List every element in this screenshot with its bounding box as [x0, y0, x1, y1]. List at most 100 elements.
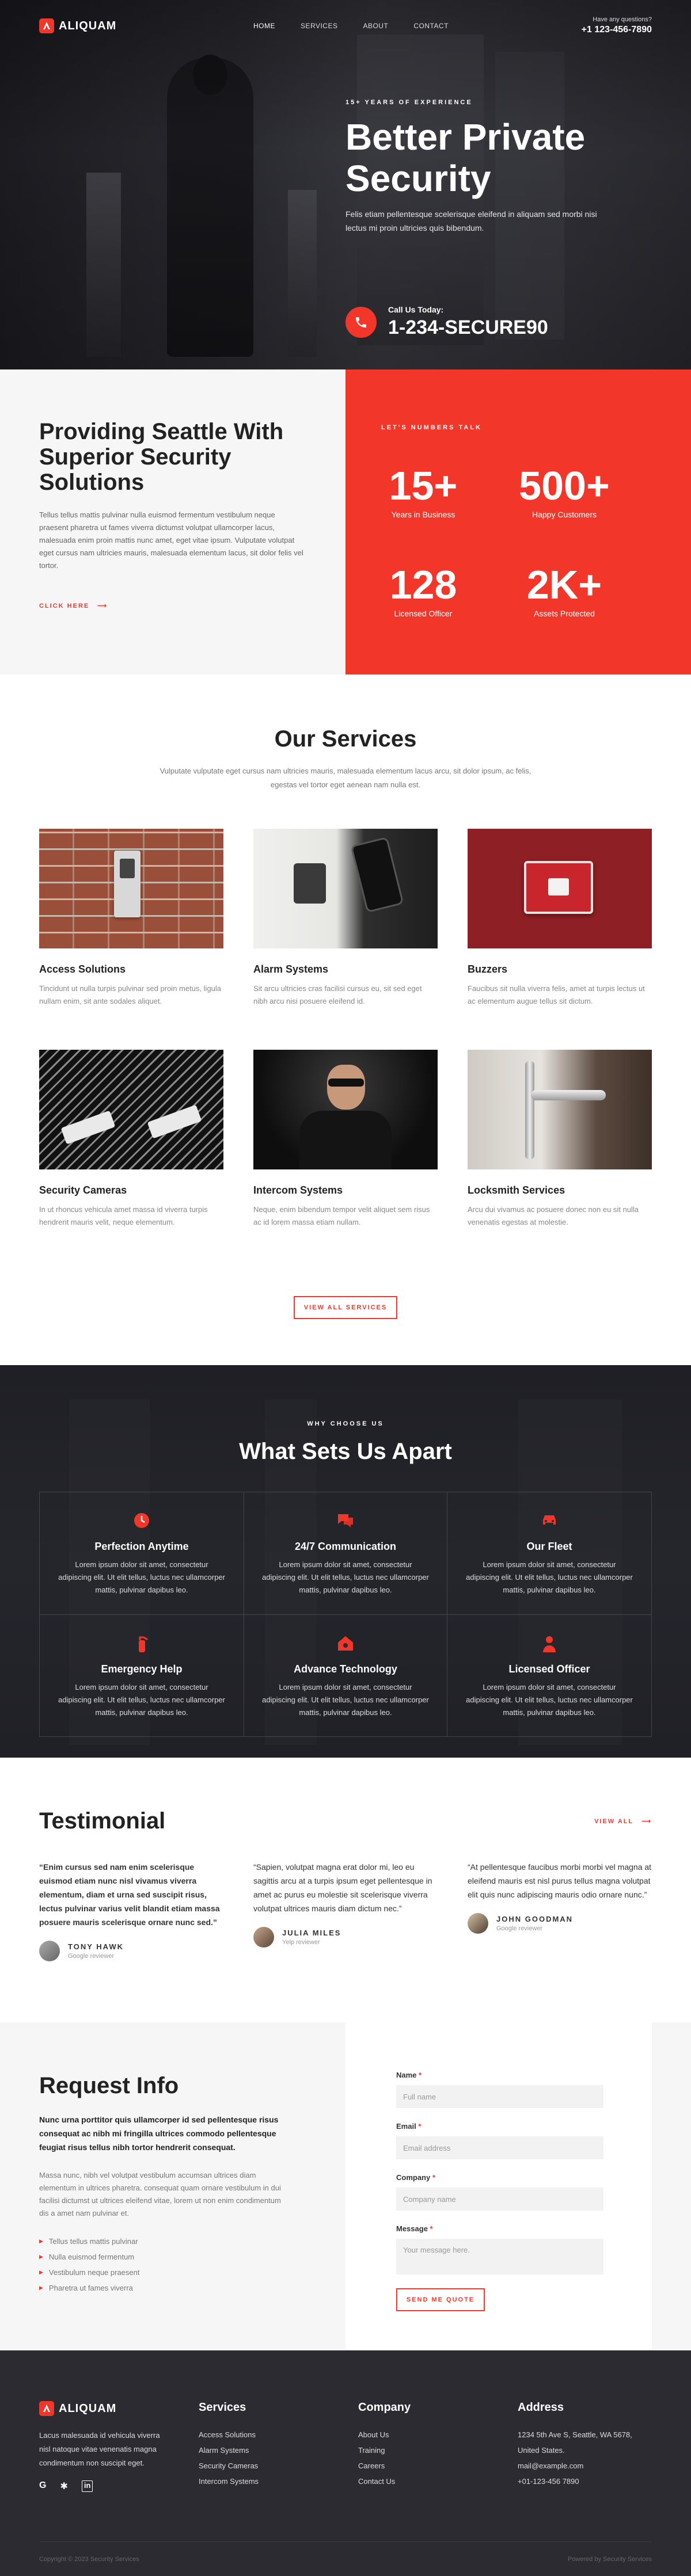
request-info-content: Request Info Nunc urna porttitor quis ul…: [39, 2073, 293, 2296]
footer-address-lines: 1234 5th Ave S, Seattle, WA 5678, United…: [518, 2427, 632, 2489]
lock-device: [294, 863, 326, 904]
company-field[interactable]: Company name: [396, 2188, 603, 2211]
testimonial-quote: “At pellentesque faucibus morbi morbi ve…: [468, 1862, 652, 1899]
click-here-link[interactable]: CLICK HERE ⟶: [39, 602, 108, 610]
list-item: ▶ Pharetra ut fames viverra: [39, 2280, 293, 2296]
author-role: Yelp reviewer: [282, 1939, 320, 1946]
footer-link[interactable]: Intercom Systems: [199, 2474, 259, 2489]
footer-address-heading: Address: [518, 2401, 564, 2414]
author-role: Google reviewer: [68, 1953, 115, 1960]
guard-image: [253, 1050, 438, 1169]
why-section: WHY CHOOSE US What Sets Us Apart Perfect…: [0, 1365, 691, 1758]
footer-link[interactable]: Security Cameras: [199, 2458, 259, 2474]
footer-company-links: About Us Training Careers Contact Us: [358, 2427, 411, 2489]
fire-extinguisher-icon: [132, 1634, 151, 1654]
name-label-text: Name: [396, 2071, 417, 2079]
about-title: Providing Seattle With Superior Security…: [39, 419, 284, 495]
door-lock-image: [468, 1050, 652, 1169]
footer-logo[interactable]: ALIQUAM: [39, 2401, 166, 2416]
service-name: Intercom Systems: [253, 1184, 343, 1196]
testimonial-author: JULIA MILES Yelp reviewer: [253, 1927, 438, 1948]
header-phone[interactable]: +1 123-456-7890: [582, 25, 652, 35]
stat-label: Years in Business: [391, 510, 455, 519]
hero-title-line-1: Better Private: [346, 116, 586, 158]
company-label-text: Company: [396, 2173, 431, 2182]
service-card-buzzers[interactable]: Buzzers Faucibus sit nulla viverra felis…: [468, 829, 652, 1008]
hero-title: Better Private Security: [346, 116, 645, 199]
view-all-testimonials-link[interactable]: VIEW ALL ⟶: [594, 1817, 652, 1826]
address-line: 1234 5th Ave S, Seattle, WA 5678,: [518, 2430, 632, 2439]
phone-icon: [346, 306, 377, 338]
call-number[interactable]: 1-234-SECURE90: [388, 317, 548, 339]
feature-communication: 24/7 Communication Lorem ipsum dolor sit…: [244, 1492, 447, 1614]
author-name: TONY HAWK: [68, 1942, 124, 1951]
request-title: Request Info: [39, 2073, 179, 2098]
nav-contact[interactable]: CONTACT: [413, 22, 449, 30]
service-card-alarm[interactable]: Alarm Systems Sit arcu ultricies cras fa…: [253, 829, 438, 1008]
service-card-intercom[interactable]: Intercom Systems Neque, enim bibendum te…: [253, 1050, 438, 1229]
feature-fleet: Our Fleet Lorem ipsum dolor sit amet, co…: [447, 1492, 651, 1614]
footer-link[interactable]: Contact Us: [358, 2474, 411, 2489]
hero-subtitle: Felis etiam pellentesque scelerisque ele…: [346, 209, 597, 233]
feature-emergency: Emergency Help Lorem ipsum dolor sit ame…: [40, 1614, 244, 1736]
nav-about[interactable]: ABOUT: [363, 22, 388, 30]
name-field[interactable]: Full name: [396, 2085, 603, 2108]
footer-about-text: Lacus malesuada id vehicula viverra nisl…: [39, 2431, 160, 2467]
service-card-cameras[interactable]: Security Cameras In ut rhoncus vehicula …: [39, 1050, 223, 1229]
nav-services[interactable]: SERVICES: [301, 22, 337, 30]
linkedin-icon[interactable]: in: [81, 2480, 93, 2492]
service-desc: Faucibus sit nulla viverra felis, amet a…: [468, 984, 645, 1005]
logo-text: ALIQUAM: [59, 19, 117, 32]
yelp-icon[interactable]: ✱: [60, 2480, 67, 2492]
message-field[interactable]: Your message here.: [396, 2239, 603, 2274]
google-icon[interactable]: G: [39, 2480, 46, 2492]
logo[interactable]: ALIQUAM: [39, 18, 116, 33]
features-grid: Perfection Anytime Lorem ipsum dolor sit…: [39, 1492, 652, 1737]
footer-phone[interactable]: +01-123-456 7890: [518, 2474, 632, 2489]
why-title: What Sets Us Apart: [239, 1439, 452, 1464]
author-name: JULIA MILES: [282, 1929, 341, 1937]
nav-home[interactable]: HOME: [253, 22, 275, 30]
hero-eyebrow: 15+ YEARS OF EXPERIENCE: [346, 99, 473, 106]
feature-desc: Lorem ipsum dolor sit amet, consectetur …: [262, 1560, 429, 1594]
hero-call-block[interactable]: Call Us Today: 1-234-SECURE90: [346, 305, 548, 339]
about-text: Tellus tellus mattis pulvinar nulla euis…: [39, 510, 303, 570]
avatar: [468, 1913, 488, 1934]
company-label: Company *: [396, 2173, 603, 2182]
address-line: United States.: [518, 2446, 565, 2455]
stat-number: 500+: [519, 463, 610, 508]
services-subtitle: Vulputate vulputate eget cursus nam ultr…: [160, 767, 531, 789]
email-field[interactable]: Email address: [396, 2136, 603, 2159]
email-label: Email *: [396, 2122, 603, 2131]
view-all-services-button[interactable]: VIEW ALL SERVICES: [294, 1296, 397, 1319]
footer-link[interactable]: Alarm Systems: [199, 2442, 259, 2458]
footer-link[interactable]: Careers: [358, 2458, 411, 2474]
logo-shield-icon: [39, 18, 54, 33]
feature-desc: Lorem ipsum dolor sit amet, consectetur …: [262, 1683, 429, 1717]
testimonial-card: “Sapien, volutpat magna erat dolor mi, l…: [253, 1860, 438, 1948]
footer-link[interactable]: Training: [358, 2442, 411, 2458]
send-quote-button[interactable]: SEND ME QUOTE: [396, 2288, 485, 2311]
hero-section: ALIQUAM HOME SERVICES ABOUT CONTACT Have…: [0, 0, 691, 369]
car-icon: [540, 1512, 559, 1531]
bullet-text: Pharetra ut fames viverra: [48, 2284, 133, 2292]
service-card-locksmith[interactable]: Locksmith Services Arcu dui vivamus ac p…: [468, 1050, 652, 1229]
service-name: Alarm Systems: [253, 963, 329, 975]
camera-2: [147, 1104, 202, 1139]
testimonial-author: TONY HAWK Google reviewer: [39, 1941, 223, 1961]
feature-title: Emergency Help: [101, 1663, 183, 1675]
footer-email[interactable]: mail@example.com: [518, 2458, 632, 2474]
footer-link[interactable]: About Us: [358, 2427, 411, 2442]
page: ALIQUAM HOME SERVICES ABOUT CONTACT Have…: [0, 0, 691, 2576]
call-label: Call Us Today:: [388, 305, 444, 314]
guard-face: [327, 1065, 365, 1110]
footer-company-heading: Company: [358, 2401, 411, 2414]
service-card-access[interactable]: Access Solutions Tincidunt ut nulla turp…: [39, 829, 223, 1008]
header-contact: Have any questions? +1 123-456-7890: [582, 16, 652, 35]
service-name: Security Cameras: [39, 1184, 127, 1196]
feature-licensed: Licensed Officer Lorem ipsum dolor sit a…: [447, 1614, 651, 1736]
chevron-right-icon: ▶: [39, 2285, 43, 2291]
view-all-label: VIEW ALL: [594, 1817, 634, 1825]
fire-alarm-glass: [548, 878, 569, 895]
footer-link[interactable]: Access Solutions: [199, 2427, 259, 2442]
